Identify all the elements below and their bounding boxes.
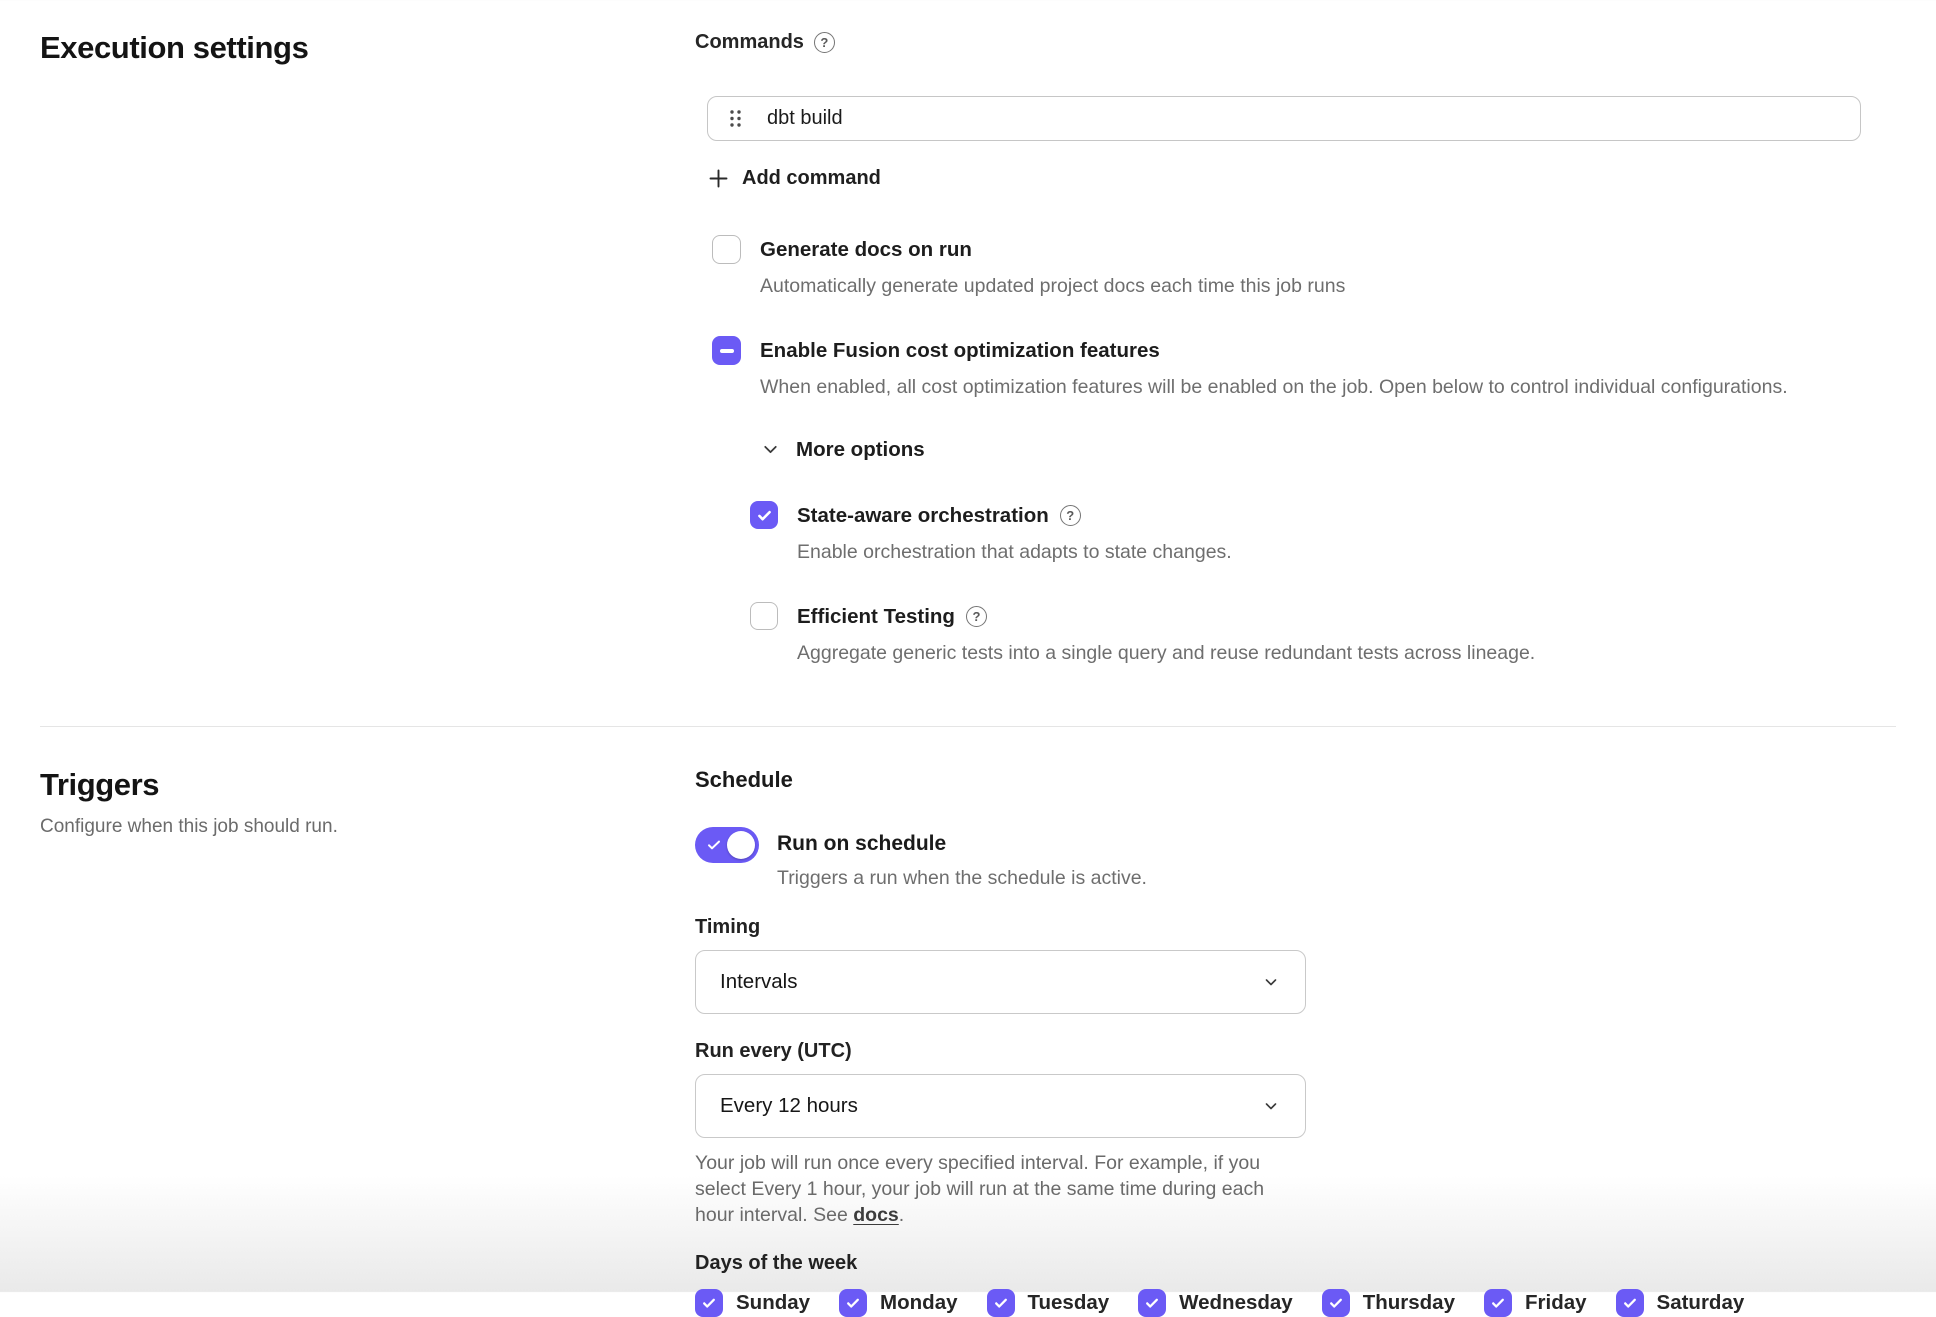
day-label: Sunday [736, 1291, 810, 1315]
day-label: Tuesday [1028, 1291, 1110, 1315]
option-row-efficient-testing: Efficient Testing Aggregate generic test… [750, 602, 1896, 667]
efficient-testing-checkbox[interactable] [750, 602, 778, 630]
state-aware-help-icon[interactable] [1060, 505, 1081, 526]
timing-select-value: Intervals [720, 970, 797, 994]
run-on-schedule-description: Triggers a run when the schedule is acti… [777, 867, 1147, 890]
checkmark-icon [1144, 1295, 1160, 1311]
day-checkbox-monday[interactable]: Monday [839, 1289, 957, 1317]
tuesday-checkbox [987, 1289, 1015, 1317]
toggle-knob [727, 831, 755, 859]
day-label: Monday [880, 1291, 957, 1315]
day-label: Thursday [1363, 1291, 1455, 1315]
add-command-button[interactable]: Add command [709, 167, 881, 190]
checkmark-icon [993, 1295, 1009, 1311]
run-every-select-value: Every 12 hours [720, 1094, 858, 1118]
generate-docs-label: Generate docs on run [760, 235, 1345, 264]
command-input[interactable]: dbt build [707, 96, 1861, 141]
day-checkbox-sunday[interactable]: Sunday [695, 1289, 810, 1317]
run-every-select[interactable]: Every 12 hours [695, 1074, 1306, 1138]
toggle-checkmark-icon [706, 837, 722, 853]
more-options-expander[interactable]: More options [760, 438, 925, 462]
day-checkbox-tuesday[interactable]: Tuesday [987, 1289, 1110, 1317]
commands-label-row: Commands [695, 30, 1896, 54]
day-label: Saturday [1657, 1291, 1745, 1315]
day-checkbox-wednesday[interactable]: Wednesday [1138, 1289, 1293, 1317]
chevron-down-icon [1261, 972, 1281, 992]
checkmark-icon [1622, 1295, 1638, 1311]
docs-link[interactable]: docs [853, 1204, 899, 1226]
checkmark-icon [701, 1295, 717, 1311]
saturday-checkbox [1616, 1289, 1644, 1317]
option-row-fusion-cost: Enable Fusion cost optimization features… [712, 336, 1896, 401]
option-row-generate-docs: Generate docs on run Automatically gener… [712, 235, 1896, 300]
schedule-title: Schedule [695, 767, 1896, 793]
run-on-schedule-row: Run on schedule Triggers a run when the … [695, 827, 1896, 890]
triggers-header: Triggers Configure when this job should … [40, 767, 695, 1317]
fusion-cost-label: Enable Fusion cost optimization features [760, 336, 1788, 365]
efficient-testing-help-icon[interactable] [966, 606, 987, 627]
checkmark-icon [845, 1295, 861, 1311]
day-checkbox-thursday[interactable]: Thursday [1322, 1289, 1455, 1317]
timing-label: Timing [695, 916, 1896, 939]
days-of-week-row: Sunday Monday Tuesday Wednesday Thursday [695, 1289, 1896, 1317]
days-of-week-label: Days of the week [695, 1252, 1896, 1275]
state-aware-label: State-aware orchestration [797, 501, 1049, 530]
sunday-checkbox [695, 1289, 723, 1317]
day-checkbox-saturday[interactable]: Saturday [1616, 1289, 1745, 1317]
execution-settings-header: Execution settings [40, 30, 695, 668]
checkmark-icon [756, 507, 773, 524]
timing-select[interactable]: Intervals [695, 950, 1306, 1014]
triggers-subtitle: Configure when this job should run. [40, 816, 695, 838]
triggers-title: Triggers [40, 767, 695, 803]
run-on-schedule-label: Run on schedule [777, 827, 1147, 861]
chevron-down-icon [1261, 1096, 1281, 1116]
efficient-testing-label: Efficient Testing [797, 602, 955, 631]
command-value: dbt build [767, 107, 843, 130]
interval-help-text: Your job will run once every specified i… [695, 1150, 1295, 1228]
execution-settings-content: Commands dbt build [695, 30, 1896, 668]
wednesday-checkbox [1138, 1289, 1166, 1317]
drag-handle-icon[interactable] [728, 109, 743, 128]
plus-icon [709, 169, 728, 188]
generate-docs-description: Automatically generate updated project d… [760, 273, 1345, 300]
fusion-cost-description: When enabled, all cost optimization feat… [760, 374, 1788, 401]
generate-docs-checkbox[interactable] [712, 235, 741, 264]
state-aware-checkbox[interactable] [750, 501, 778, 529]
day-label: Friday [1525, 1291, 1587, 1315]
day-checkbox-friday[interactable]: Friday [1484, 1289, 1587, 1317]
commands-help-icon[interactable] [814, 32, 835, 53]
checkmark-icon [1328, 1295, 1344, 1311]
chevron-down-icon [760, 439, 781, 460]
triggers-section: Triggers Configure when this job should … [40, 727, 1896, 1317]
execution-settings-section: Execution settings Commands [40, 0, 1896, 668]
checkmark-icon [1490, 1295, 1506, 1311]
monday-checkbox [839, 1289, 867, 1317]
indeterminate-dash-icon [720, 349, 734, 353]
interval-help-after: . [899, 1204, 904, 1226]
efficient-testing-description: Aggregate generic tests into a single qu… [797, 640, 1535, 667]
fusion-cost-checkbox[interactable] [712, 336, 741, 365]
friday-checkbox [1484, 1289, 1512, 1317]
option-row-state-aware: State-aware orchestration Enable orchest… [750, 501, 1896, 566]
thursday-checkbox [1322, 1289, 1350, 1317]
day-label: Wednesday [1179, 1291, 1293, 1315]
add-command-label: Add command [742, 167, 881, 190]
execution-settings-title: Execution settings [40, 30, 695, 66]
execution-options: Generate docs on run Automatically gener… [712, 235, 1896, 668]
job-settings-page: Execution settings Commands [0, 0, 1936, 1317]
triggers-content: Schedule Run on schedule Triggers a run … [695, 767, 1896, 1317]
interval-help-before: Your job will run once every specified i… [695, 1152, 1264, 1226]
run-every-label: Run every (UTC) [695, 1040, 1896, 1063]
run-on-schedule-toggle[interactable] [695, 827, 759, 863]
state-aware-description: Enable orchestration that adapts to stat… [797, 539, 1232, 566]
commands-label: Commands [695, 30, 804, 54]
more-options-label: More options [796, 438, 925, 462]
